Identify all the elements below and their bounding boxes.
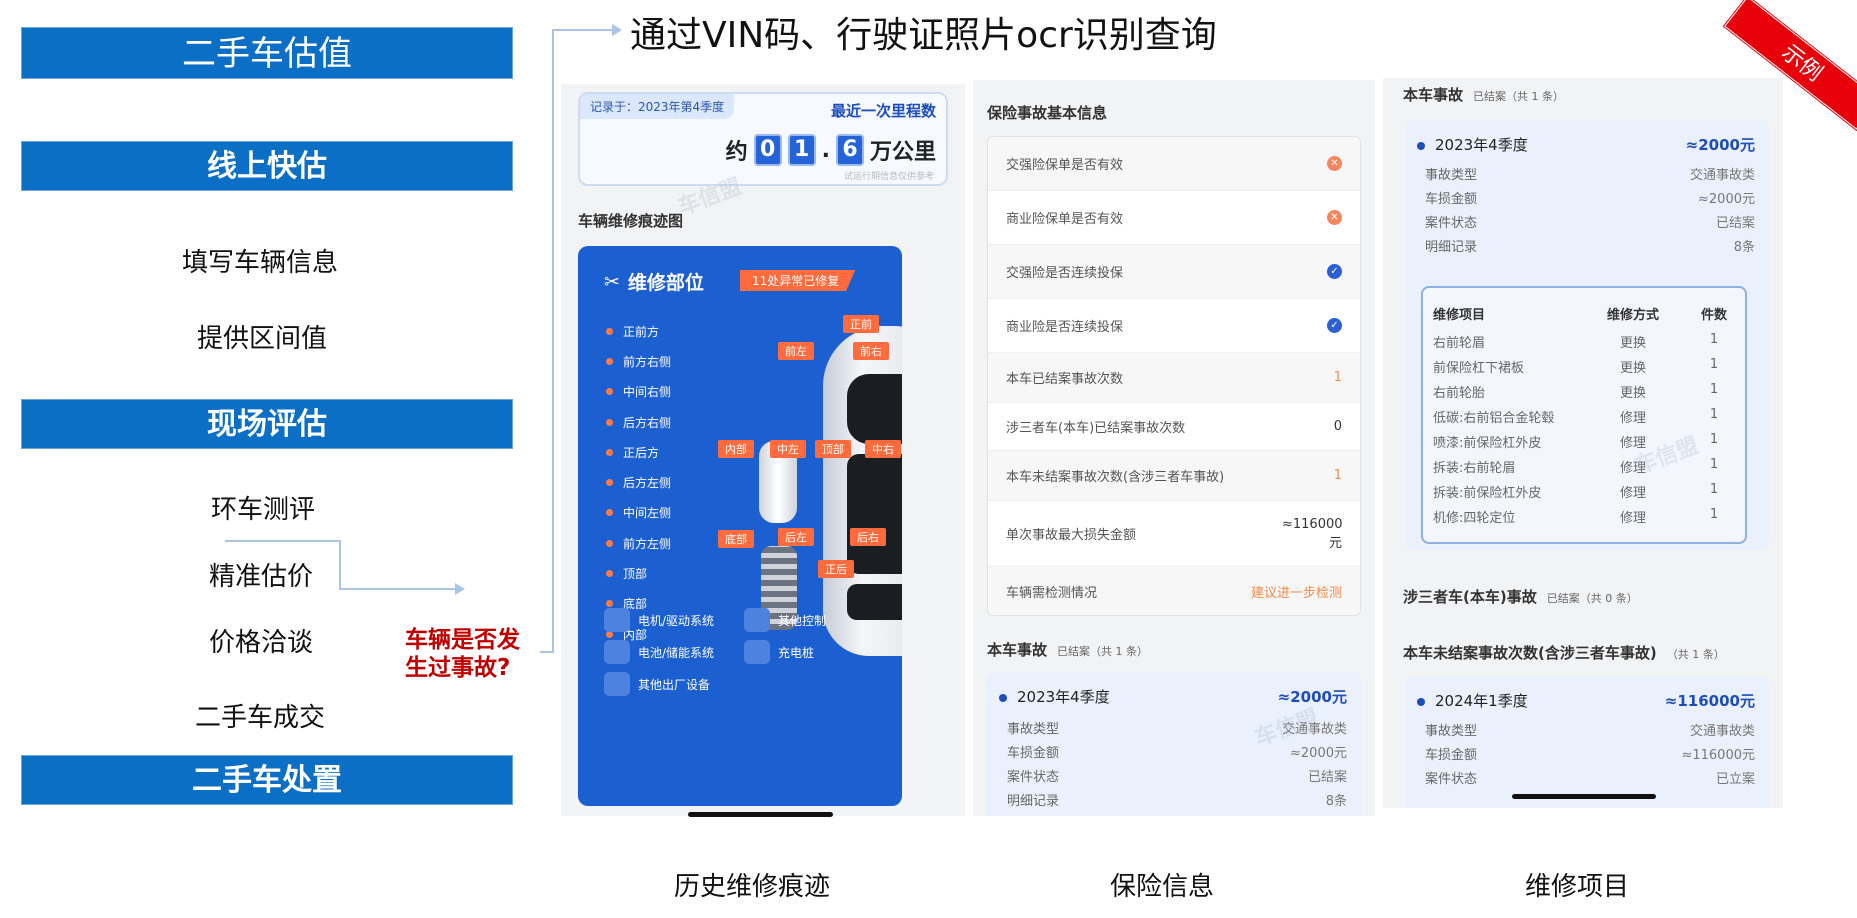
mileage-prefix: 约: [725, 140, 748, 165]
table-row: 前保险杠下裙板 更换 1: [1433, 357, 1719, 376]
accident-card: 2023年4季度 ≈2000元 事故类型 交通事故类 车损金额 ≈2000元 案件状态…: [987, 672, 1361, 816]
part-item: 前方右侧: [606, 346, 671, 376]
part-item: 前方左侧: [606, 528, 671, 558]
system-item: 电池/储能系统: [604, 640, 714, 664]
part-item: 后方右侧: [606, 407, 671, 437]
insurance-table: 交强险保单是否有效 ✕ 商业险保单是否有效 ✕ 交强险是否连续投保 ✓ 商业险是否连续…: [987, 136, 1361, 616]
parts-title: 维修部位: [627, 272, 704, 294]
insurance-row: 单次事故最大损失金额 ≈116000元: [988, 501, 1360, 567]
part-item: 正前方: [606, 316, 671, 346]
invalid-icon: ✕: [1327, 210, 1342, 225]
repair-trace-panel: 记录于：2023年第4季度 最近一次里程数 约 0 1 . 6 万公里 试运行期…: [561, 84, 965, 816]
table-row: 右前轮胎 更换 1: [1433, 382, 1719, 401]
insurance-row: 交强险保单是否有效 ✕: [988, 137, 1360, 191]
part-item: 顶部: [606, 558, 671, 588]
mileage-label: 最近一次里程数: [830, 102, 936, 120]
insurance-row: 本车已结案事故次数 1: [988, 353, 1360, 403]
insurance-title: 保险事故基本信息: [987, 104, 1108, 122]
parts-badge: 11处异常已修复: [740, 270, 856, 291]
car-tag: 顶部: [815, 440, 851, 458]
car-tag: 内部: [718, 440, 754, 458]
car-tag: 正后: [818, 560, 854, 578]
check-icon: ✓: [1327, 264, 1342, 279]
part-item: 中间右侧: [606, 377, 671, 407]
repair-items-table: 维修项目 维修方式 件数 右前轮眉 更换 1 前保险杠下裙板 更换 1 右前轮胎 更换 1 低碳…: [1421, 286, 1747, 544]
accident-section-title: 本车事故 已结案（共 1 条）: [987, 641, 1149, 659]
insurance-row: 本车未结案事故次数(含涉三者车事故) 1: [988, 451, 1360, 501]
invalid-icon: ✕: [1327, 156, 1342, 171]
headline: 通过VIN码、行驶证照片ocr识别查询: [630, 15, 1217, 56]
open-accident-card: 2024年1季度 ≈116000元 事故类型 交通事故类 车损金额 ≈116000元 …: [1405, 676, 1769, 808]
system-item: 电机/驱动系统: [604, 608, 714, 632]
slide: 二手车估值 线上快估 填写车辆信息 提供区间值 现场评估 环车测评 精准估价 价…: [0, 0, 1857, 918]
record-tag: 记录于：2023年第4季度: [580, 94, 735, 119]
car-top-view-image: [823, 326, 902, 656]
caption-insurance: 保险信息: [1110, 872, 1215, 902]
parts-header: ✂ 维修部位: [604, 268, 704, 295]
insurance-row: 交强险是否连续投保 ✓: [988, 245, 1360, 299]
caption-repair-items: 维修项目: [1525, 872, 1630, 902]
accident-section-title: 本车事故 已结案（共 1 条）: [1403, 86, 1565, 104]
car-tag: 中左: [770, 440, 806, 458]
mileage-digit: 0: [753, 134, 782, 166]
system-item: 其他控制: [744, 608, 826, 632]
third-party-section-title: 涉三者车(本车)事故 已结案（共 0 条）: [1403, 588, 1638, 606]
detect-link[interactable]: 建议进一步检测: [1251, 582, 1342, 601]
mileage-digit: 1: [787, 134, 816, 166]
mileage-digit: 6: [835, 134, 864, 166]
table-row: 右前轮眉 更换 1: [1433, 332, 1719, 351]
control-icon: [744, 608, 770, 632]
repair-map-title: 车辆维修痕迹图: [578, 212, 684, 230]
part-item: 后方左侧: [606, 467, 671, 497]
wrench-icon: ✂: [604, 270, 620, 293]
insurance-panel: 保险事故基本信息 交强险保单是否有效 ✕ 商业险保单是否有效 ✕ 交强险是否连续投保…: [973, 80, 1375, 816]
mileage-note: 试运行期信息仅供参考: [843, 172, 934, 182]
part-item: 中间左侧: [606, 498, 671, 528]
table-row: 低碳:右前铝合金轮毂 修理 1: [1433, 407, 1719, 426]
mileage-unit: 万公里: [869, 140, 936, 165]
parts-list: 正前方 前方右侧 中间右侧 后方右侧 正后方 后方左侧 中间左侧 前方左侧 顶部…: [606, 316, 671, 649]
car-tag: 前左: [778, 342, 814, 360]
mileage-card: 记录于：2023年第4季度 最近一次里程数 约 0 1 . 6 万公里 试运行期…: [578, 92, 948, 186]
caption-repair-trace: 历史维修痕迹: [674, 872, 831, 902]
insurance-row: 商业险是否连续投保 ✓: [988, 299, 1360, 353]
table-header: 维修项目 维修方式 件数: [1433, 308, 1727, 323]
open-accident-section-title: 本车未结案事故次数(含涉三者车事故) （共 1 条）: [1403, 644, 1725, 662]
motor-icon: [604, 608, 630, 632]
home-indicator: [1512, 794, 1656, 799]
insurance-row: 涉三者车(本车)已结案事故次数 0: [988, 403, 1360, 451]
system-item: 其他出厂设备: [604, 672, 710, 696]
car-tag: 正前: [843, 315, 879, 333]
charger-icon: [744, 640, 770, 664]
insurance-row: 商业险保单是否有效 ✕: [988, 191, 1360, 245]
part-item: 正后方: [606, 437, 671, 467]
table-row: 机修:四轮定位 修理 1: [1433, 507, 1719, 526]
device-icon: [604, 672, 630, 696]
home-indicator: [688, 812, 833, 817]
car-tag: 底部: [718, 530, 754, 548]
repair-items-panel: 本车事故 已结案（共 1 条） 2023年4季度 ≈2000元 事故类型 交通事故类 …: [1383, 78, 1783, 808]
car-tag: 后右: [850, 528, 886, 546]
table-row: 拆装:前保险杠外皮 修理 1: [1433, 482, 1719, 501]
car-tag: 后左: [778, 528, 814, 546]
car-tag: 前右: [853, 342, 889, 360]
repair-map-card: ✂ 维修部位 11处异常已修复 正前方 前方右侧 中间右侧 后方右侧 正后方 后…: [578, 246, 902, 806]
system-item: 充电桩: [744, 640, 814, 664]
battery-icon: [604, 640, 630, 664]
car-tag: 中右: [865, 440, 901, 458]
insurance-row: 车辆需检测情况 建议进一步检测: [988, 567, 1360, 615]
mileage-value: 约 0 1 . 6 万公里: [726, 134, 936, 166]
mileage-dot: .: [821, 137, 830, 163]
check-icon: ✓: [1327, 318, 1342, 333]
